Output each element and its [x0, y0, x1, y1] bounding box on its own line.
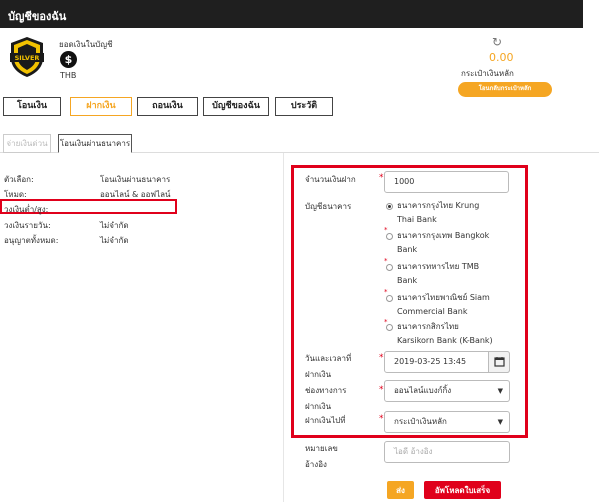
bank-name: Thai Bank — [397, 215, 437, 224]
chevron-down-icon: ▼ — [497, 418, 503, 426]
required-mark: * — [379, 385, 384, 395]
tab-deposit[interactable]: ฝากเงิน — [70, 97, 132, 116]
tab-transfer[interactable]: โอนเงิน — [3, 97, 61, 116]
bank-option-tmb[interactable]: ธนาคารทหารไทย TMB Bank — [397, 260, 517, 288]
bank-option-ktb[interactable]: ธนาคารกรุงไทย Krung Thai Bank — [397, 199, 517, 227]
tab-my-account[interactable]: บัญชีของฉัน — [203, 97, 269, 116]
deposit-to-label: ฝากเงินไปที่ — [305, 416, 346, 425]
channel-select[interactable]: ออนไลน์แบงก์กิ้ง ▼ — [384, 380, 510, 402]
tab-history[interactable]: ประวัติ — [275, 97, 333, 116]
bank-radio-kbank[interactable] — [386, 324, 393, 331]
reference-input[interactable]: ไอดี อ้างอิง — [384, 441, 510, 463]
send-button[interactable]: ส่ง — [387, 481, 414, 499]
bank-radio-scb[interactable] — [386, 295, 393, 302]
channel-label-line1: ช่องทางการ — [305, 386, 347, 395]
reference-label-line1: หมายเลข — [305, 444, 338, 453]
total-allowed-value: ไม่จำกัด — [100, 236, 129, 245]
required-mark: * — [379, 353, 384, 363]
datetime-input[interactable]: 2019-03-25 13:45 — [384, 351, 510, 373]
total-allowed-label: อนุญาตทั้งหมด: — [4, 236, 59, 245]
column-divider — [283, 153, 284, 502]
required-mark: * — [379, 173, 384, 183]
dollar-icon: $ — [60, 51, 77, 68]
subtab-quick-pay[interactable]: จ่ายเงินด่วน — [3, 134, 51, 153]
chevron-down-icon: ▼ — [497, 387, 503, 395]
subtab-bank-transfer[interactable]: โอนเงินผ่านธนาคาร — [58, 134, 132, 153]
bank-option-bbl[interactable]: ธนาคารกรุงเทพ Bangkok Bank — [397, 229, 517, 257]
wallet-label: กระเป๋าเงินหลัก — [461, 69, 514, 78]
datetime-label-line2: ฝากเงิน — [305, 370, 332, 379]
bank-name: ธนาคารไทยพาณิชย์ Siam — [397, 293, 490, 302]
bank-radio-ktb[interactable] — [386, 203, 393, 210]
amount-label: จำนวนเงินฝาก — [305, 175, 356, 184]
daily-limit-label: วงเงินรายวัน: — [4, 221, 51, 230]
transfer-to-main-wallet-button[interactable]: โอนกลับกระเป๋าหลัก — [458, 82, 552, 97]
page-title: บัญชีของฉัน — [8, 10, 67, 23]
page-header: บัญชีของฉัน — [0, 0, 583, 28]
required-mark: * — [379, 414, 384, 424]
channel-label: ช่องทางการ ฝากเงิน — [305, 383, 346, 415]
datetime-label: วันและเวลาที่ ฝากเงิน — [305, 351, 351, 383]
reference-label-line2: อ้างอิง — [305, 460, 327, 469]
bank-name: Bank — [397, 245, 418, 254]
daily-limit-value: ไม่จำกัด — [100, 221, 129, 230]
bank-option-scb[interactable]: ธนาคารไทยพาณิชย์ Siam Commercial Bank — [397, 291, 517, 319]
balance-label: ยอดเงินในบัญชี — [59, 40, 113, 49]
upload-receipt-button[interactable]: อัพโหลดใบเสร็จ — [424, 481, 501, 499]
bank-radio-tmb[interactable] — [386, 264, 393, 271]
bank-option-kbank[interactable]: ธนาคารกสิกรไทย Karsikorn Bank (K-Bank) — [397, 320, 517, 348]
bank-name: ธนาคารกรุงเทพ Bangkok — [397, 231, 490, 240]
bank-name: ธนาคารทหารไทย TMB — [397, 262, 480, 271]
currency-label: THB — [60, 71, 77, 80]
bank-name: Commercial Bank — [397, 307, 468, 316]
bank-name: Bank — [397, 276, 418, 285]
datetime-value: 2019-03-25 13:45 — [394, 357, 467, 366]
badge-text: SILVER — [15, 54, 40, 62]
reference-label: หมายเลข อ้างอิง — [305, 441, 338, 473]
tab-withdraw[interactable]: ถอนเงิน — [137, 97, 198, 116]
min-max-label: วงเงินต่ำ/สูง: — [4, 205, 49, 214]
amount-input[interactable]: 1000 — [384, 171, 509, 193]
deposit-to-value: กระเป๋าเงินหลัก — [394, 417, 447, 426]
calendar-icon[interactable] — [488, 351, 510, 373]
refresh-icon[interactable]: ↻ — [492, 35, 502, 49]
bank-name: ธนาคารกรุงไทย Krung — [397, 201, 480, 210]
bank-radio-bbl[interactable] — [386, 233, 393, 240]
option-value: โอนเงินผ่านธนาคาร — [100, 175, 171, 184]
channel-value: ออนไลน์แบงก์กิ้ง — [394, 386, 452, 395]
silver-badge-icon: SILVER — [10, 36, 44, 78]
bank-name: Karsikorn Bank (K-Bank) — [397, 336, 493, 345]
deposit-to-select[interactable]: กระเป๋าเงินหลัก ▼ — [384, 411, 510, 433]
datetime-label-line1: วันและเวลาที่ — [305, 354, 352, 363]
balance-amount: 0.00 — [489, 51, 514, 64]
bank-account-label: บัญชีธนาคาร — [305, 202, 352, 211]
option-label: ตัวเลือก: — [4, 175, 34, 184]
bank-name: ธนาคารกสิกรไทย — [397, 322, 459, 331]
